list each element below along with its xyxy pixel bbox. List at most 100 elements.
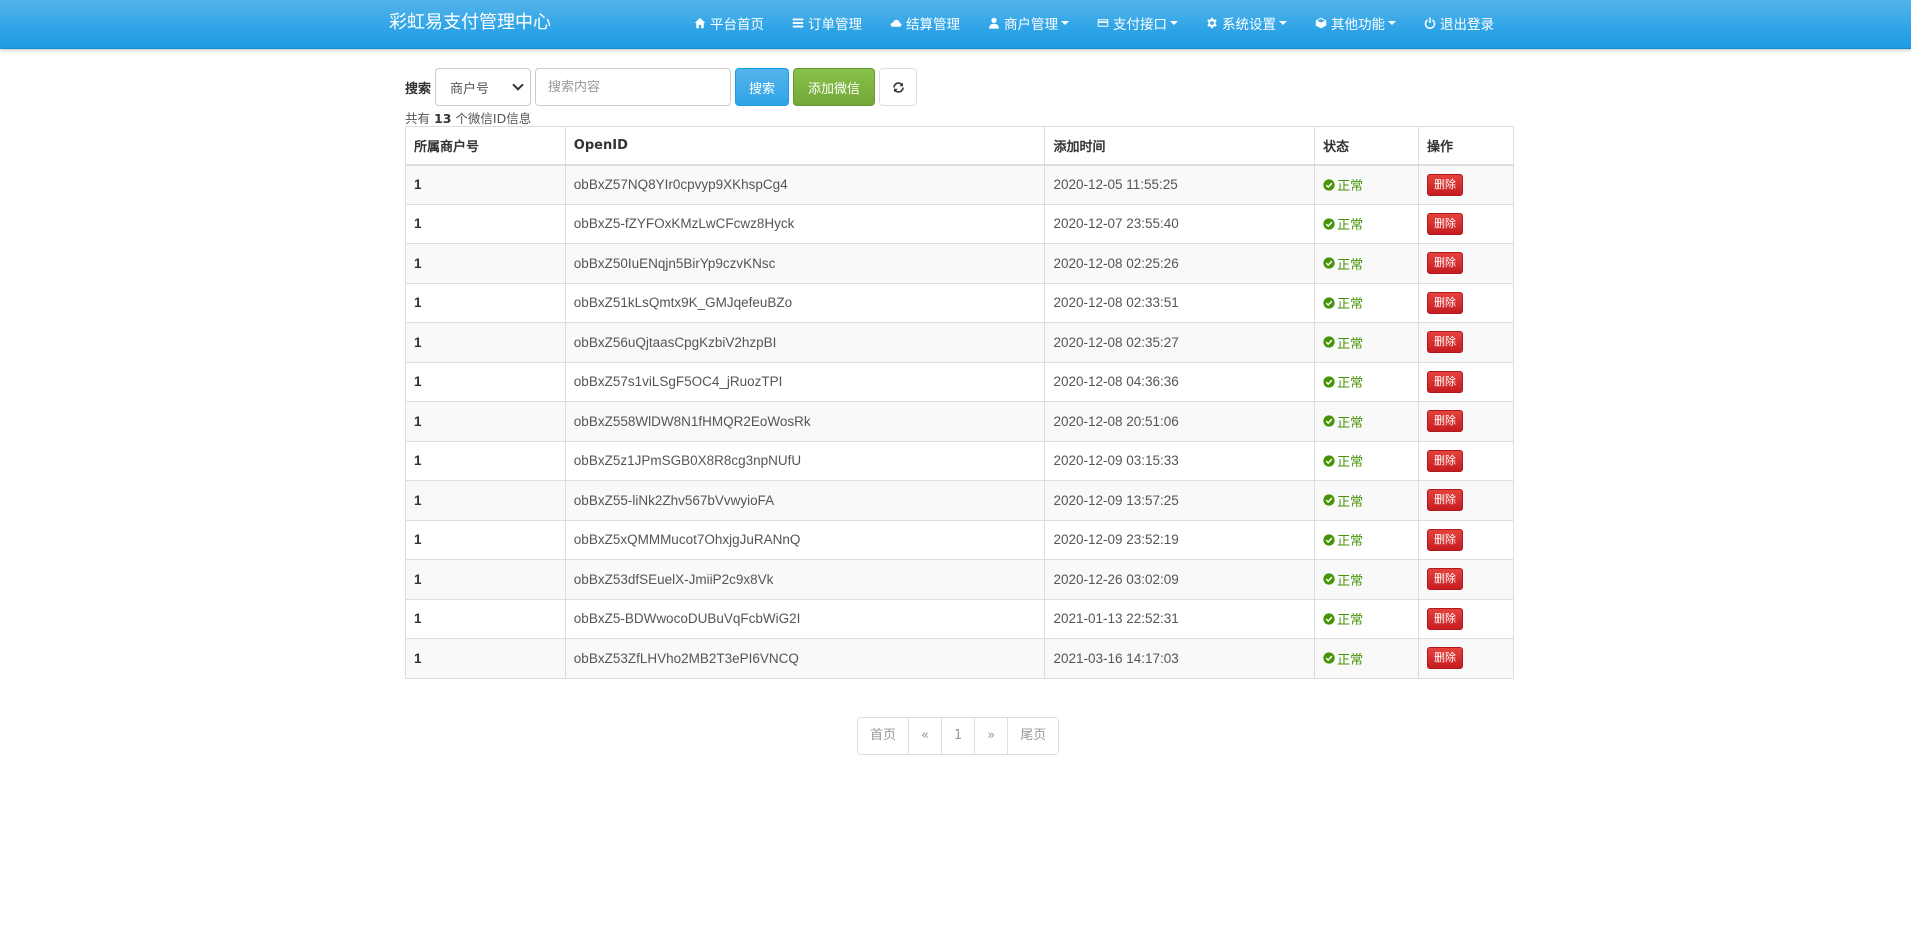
page-first[interactable]: 首页 — [858, 718, 910, 754]
page-current[interactable]: 1 — [941, 718, 976, 754]
table-row: 1 obBxZ558WlDW8N1fHMQR2EoWosRk 2020-12-08 … — [405, 401, 1514, 442]
table-row: 1 obBxZ51kLsQmtx9K_GMJqefeuBZo 2020-12-08 … — [405, 282, 1514, 323]
cell-added-time: 2020-12-09 03:15:33 — [1044, 440, 1316, 481]
status-label: 正常 — [1337, 573, 1364, 589]
cell-openid: obBxZ50IuENqjn5BirYp9czvKNsc — [564, 243, 1046, 284]
cell-action: 删除 — [1418, 401, 1514, 442]
page-next[interactable]: » — [975, 718, 1009, 754]
chevron-down-icon — [1170, 21, 1178, 25]
cell-status: 正常 — [1314, 559, 1420, 600]
nav-item-label: 系统设置 — [1222, 17, 1276, 33]
cell-status: 正常 — [1314, 598, 1420, 639]
check-circle-icon — [1323, 218, 1335, 230]
refresh-icon — [892, 81, 904, 93]
add-wechat-button[interactable]: 添加微信 — [793, 68, 876, 106]
cell-merchant-id: 1 — [405, 401, 566, 442]
delete-button[interactable]: 删除 — [1427, 291, 1464, 314]
cell-status: 正常 — [1314, 401, 1420, 442]
count-suffix: 个微信ID信息 — [455, 111, 532, 126]
cell-merchant-id: 1 — [405, 480, 566, 521]
check-circle-icon — [1323, 494, 1335, 506]
cell-status: 正常 — [1314, 164, 1420, 205]
brand-title[interactable]: 彩虹易支付管理中心 — [389, 0, 551, 46]
table-body: 1 obBxZ57NQ8YIr0cpvyp9XKhspCg4 2020-12-05 … — [405, 164, 1514, 679]
status-badge: 正常 — [1323, 214, 1410, 233]
cell-openid: obBxZ57NQ8YIr0cpvyp9XKhspCg4 — [564, 164, 1046, 205]
status-badge: 正常 — [1323, 372, 1410, 391]
cell-merchant-id: 1 — [405, 164, 566, 205]
search-input[interactable] — [535, 68, 732, 106]
status-label: 正常 — [1337, 455, 1364, 471]
nav-item-logout[interactable]: 退出登录 — [1424, 0, 1494, 46]
cell-added-time: 2020-12-08 02:33:51 — [1044, 282, 1316, 323]
cell-merchant-id: 1 — [405, 322, 566, 363]
delete-button[interactable]: 删除 — [1427, 331, 1464, 354]
refresh-button[interactable] — [879, 68, 918, 106]
delete-button[interactable]: 删除 — [1427, 449, 1464, 472]
page-prev[interactable]: « — [909, 718, 942, 754]
cube-icon — [1315, 17, 1327, 29]
cell-action: 删除 — [1418, 638, 1514, 679]
nav-item-orders[interactable]: 订单管理 — [792, 0, 862, 46]
count-value: 13 — [434, 111, 452, 126]
cell-openid: obBxZ5z1JPmSGB0X8R8cg3npNUfU — [564, 440, 1046, 481]
status-badge: 正常 — [1323, 333, 1410, 352]
nav-item-label: 平台首页 — [710, 17, 764, 33]
cell-action: 删除 — [1418, 322, 1514, 363]
nav-item-home[interactable]: 平台首页 — [694, 0, 764, 46]
check-circle-icon — [1323, 455, 1335, 467]
cell-status: 正常 — [1314, 243, 1420, 284]
cell-merchant-id: 1 — [405, 282, 566, 323]
status-label: 正常 — [1337, 179, 1364, 194]
delete-button[interactable]: 删除 — [1427, 568, 1464, 591]
status-label: 正常 — [1337, 218, 1364, 234]
nav-item-system-settings[interactable]: 系统设置 — [1206, 0, 1287, 46]
delete-button[interactable]: 删除 — [1427, 647, 1464, 670]
nav-item-payment-api[interactable]: 支付接口 — [1097, 0, 1178, 46]
cell-added-time: 2020-12-26 03:02:09 — [1044, 559, 1316, 600]
cloud-icon — [890, 19, 902, 27]
status-badge: 正常 — [1323, 293, 1410, 312]
search-button[interactable]: 搜索 — [735, 68, 790, 106]
delete-button[interactable]: 删除 — [1427, 410, 1464, 433]
cell-merchant-id: 1 — [405, 243, 566, 284]
status-badge: 正常 — [1323, 570, 1410, 589]
cell-status: 正常 — [1314, 322, 1420, 363]
cell-merchant-id: 1 — [405, 598, 566, 639]
nav-item-merchants[interactable]: 商户管理 — [988, 0, 1069, 46]
cell-action: 删除 — [1418, 243, 1514, 284]
status-label: 正常 — [1337, 613, 1364, 629]
delete-button[interactable]: 删除 — [1427, 370, 1464, 393]
search-type-select[interactable]: 商户号 — [435, 68, 532, 106]
status-badge: 正常 — [1323, 175, 1410, 194]
search-form: 搜索 商户号 搜索 添加微信 — [405, 68, 921, 106]
check-circle-icon — [1323, 178, 1335, 191]
page-last[interactable]: 尾页 — [1008, 718, 1059, 754]
status-badge: 正常 — [1323, 530, 1410, 549]
status-badge: 正常 — [1323, 254, 1410, 273]
delete-button[interactable]: 删除 — [1427, 607, 1464, 630]
nav-item-label: 结算管理 — [906, 17, 960, 33]
status-label: 正常 — [1337, 652, 1364, 668]
chevron-down-icon — [512, 79, 524, 91]
nav-item-settlement[interactable]: 结算管理 — [890, 0, 960, 46]
header-action: 操作 — [1418, 126, 1514, 166]
check-circle-icon — [1323, 336, 1335, 348]
cell-openid: obBxZ51kLsQmtx9K_GMJqefeuBZo — [564, 282, 1046, 323]
delete-button[interactable]: 删除 — [1427, 528, 1464, 551]
status-label: 正常 — [1337, 415, 1364, 431]
delete-button[interactable]: 删除 — [1427, 173, 1464, 196]
table-row: 1 obBxZ5-BDWwocoDUBuVqFcbWiG2I 2021-01-13 … — [405, 598, 1514, 639]
cell-added-time: 2020-12-05 11:55:25 — [1044, 164, 1316, 205]
delete-button[interactable]: 删除 — [1427, 212, 1464, 235]
cell-status: 正常 — [1314, 203, 1420, 244]
delete-button[interactable]: 删除 — [1427, 252, 1464, 275]
status-badge: 正常 — [1323, 491, 1410, 510]
cell-action: 删除 — [1418, 440, 1514, 481]
nav-item-other-functions[interactable]: 其他功能 — [1315, 0, 1396, 46]
cell-status: 正常 — [1314, 282, 1420, 323]
chevron-down-icon — [1061, 21, 1069, 25]
gear-icon — [1207, 17, 1217, 29]
delete-button[interactable]: 删除 — [1427, 489, 1464, 512]
cell-openid: obBxZ5-fZYFOxKMzLwCFcwz8Hyck — [564, 203, 1046, 244]
